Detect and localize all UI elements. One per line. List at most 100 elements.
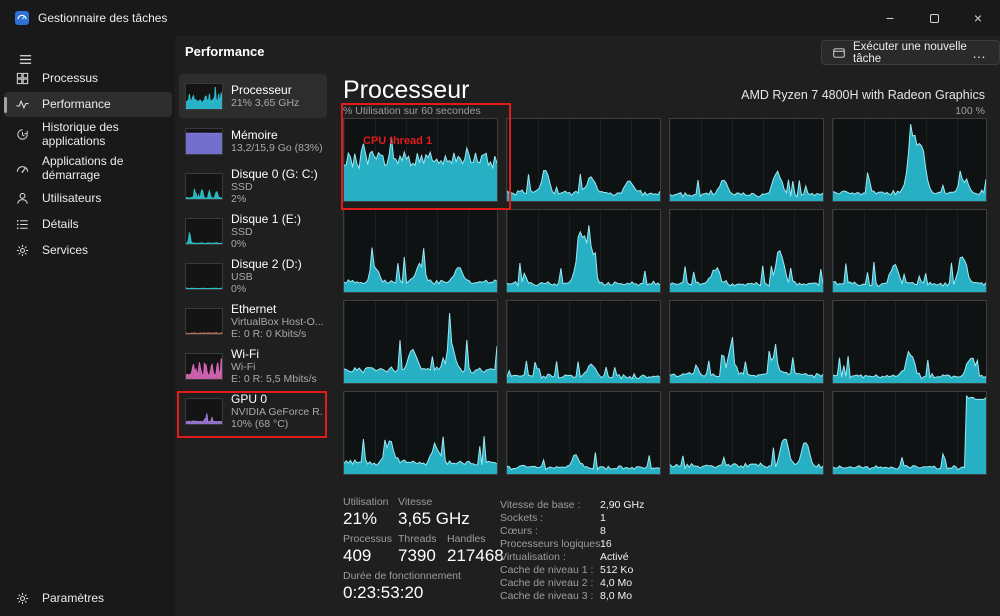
perf-item-sub: SSD [231,226,301,238]
perf-item-title: Disque 0 (G: C:) [231,168,318,181]
perf-item-sub: Wi-Fi [231,361,317,373]
disk2-mini-graph [185,263,223,290]
perf-item-memory[interactable]: Mémoire13,2/15,9 Go (83%) [179,119,327,163]
graph-caption: % Utilisation sur 60 secondes [343,105,481,117]
threads-value: 7390 [398,546,436,566]
cpu-core-graph[interactable] [506,300,661,384]
close-icon: × [974,10,982,26]
cpu-core-graph[interactable] [832,300,987,384]
settings-gear-icon [15,591,31,607]
gpu-mini-graph [185,398,223,425]
cpu-section-title: Processeur [343,76,469,105]
services-icon [15,243,31,259]
window-title: Gestionnaire des tâches [38,11,167,25]
cpu-core-graph[interactable] [832,118,987,202]
ellipsis-icon: … [972,45,986,61]
perf-item-cpu[interactable]: Processeur21% 3,65 GHz [179,74,327,118]
perf-item-sub: 10% (68 °C) [231,418,323,430]
sidebar-item-processus[interactable]: Processus [4,66,172,91]
perf-item-sub: 0% [231,238,301,250]
sidebar-item-parametres[interactable]: Paramètres [4,586,172,611]
cpu-core-graph[interactable] [506,118,661,202]
perf-item-sub: SSD [231,181,318,193]
cpu-core-graph[interactable] [669,391,824,475]
perf-item-sub: 0% [231,283,302,295]
processes-icon [15,71,31,87]
cpu-core-graph[interactable] [506,391,661,475]
perf-item-disk2[interactable]: Disque 2 (D:)USB0% [179,254,327,298]
cpu-chip-name: AMD Ryzen 7 4800H with Radeon Graphics [741,88,985,102]
minimize-icon: − [886,10,894,26]
perf-item-sub: VirtualBox Host-O... [231,316,323,328]
sidebar-item-demarrage[interactable]: Applications de démarrage [4,152,172,185]
perf-item-title: Disque 1 (E:) [231,213,301,226]
maximize-button[interactable] [912,0,956,36]
perf-item-title: Wi-Fi [231,348,317,361]
perf-item-sub: 13,2/15,9 Go (83%) [231,142,323,154]
sidebar-item-historique[interactable]: Historique des applications [4,118,172,151]
perf-item-title: Mémoire [231,129,323,142]
users-icon [15,191,31,207]
cpu-core-graph[interactable] [669,300,824,384]
vitesse-label: Vitesse [398,496,432,508]
titlebar: Gestionnaire des tâches − × [0,0,1000,36]
disk1-mini-graph [185,218,223,245]
perf-item-title: Disque 2 (D:) [231,258,302,271]
memory-mini-graph [185,128,223,155]
task-manager-window: Gestionnaire des tâches − × Processus Pe… [0,0,1000,616]
cpu-core-graph[interactable] [832,391,987,475]
utilisation-value: 21% [343,509,377,529]
threads-label: Threads [398,533,437,545]
perf-item-sub: 21% 3,65 GHz [231,97,299,109]
uptime-label: Durée de fonctionnement [343,570,461,582]
cpu-core-graph[interactable] [669,118,824,202]
sidebar-item-label: Processus [42,72,160,86]
perf-item-title: Processeur [231,84,299,97]
handles-label: Handles [447,533,486,545]
app-icon [14,10,30,26]
perf-item-gpu[interactable]: GPU 0NVIDIA GeForce R...10% (68 °C) [179,389,327,433]
perf-item-title: Ethernet [231,303,323,316]
close-button[interactable]: × [956,0,1000,36]
ethernet-mini-graph [185,308,223,335]
vitesse-value: 3,65 GHz [398,509,470,529]
sidebar-item-label: Applications de démarrage [42,155,160,182]
cpu-core-graph[interactable] [343,209,498,293]
sidebar-item-performance[interactable]: Performance [4,92,172,117]
perf-item-disk1[interactable]: Disque 1 (E:)SSD0% [179,209,327,253]
minimize-button[interactable]: − [868,0,912,36]
perf-item-sub: NVIDIA GeForce R... [231,406,323,418]
sidebar-item-utilisateurs[interactable]: Utilisateurs [4,186,172,211]
sidebar-item-details[interactable]: Détails [4,212,172,237]
processus-label: Processus [343,533,392,545]
cpu-core-graph[interactable] [343,391,498,475]
sidebar-item-label: Services [42,244,160,258]
sidebar-item-label: Performance [42,98,160,112]
perf-item-ethernet[interactable]: EthernetVirtualBox Host-O...E: 0 R: 0 Kb… [179,299,327,343]
cpu-core-graph[interactable] [669,209,824,293]
processus-value: 409 [343,546,371,566]
performance-icon [15,97,31,113]
sidebar-item-services[interactable]: Services [4,238,172,263]
cpu-core-graph[interactable] [506,209,661,293]
cpu-mini-graph [185,83,223,110]
sidebar-item-label: Détails [42,218,160,232]
perf-item-sub: E: 0 R: 0 Kbits/s [231,328,323,340]
details-icon [15,217,31,233]
uptime-value: 0:23:53:20 [343,583,423,603]
perf-item-title: GPU 0 [231,393,323,406]
new-task-icon [832,46,846,60]
cpu-core-graph[interactable] [343,118,498,202]
perf-item-wifi[interactable]: Wi-FiWi-FiE: 0 R: 5,5 Mbits/s [179,344,327,388]
cpu-core-graph[interactable] [343,300,498,384]
perf-item-sub: 2% [231,193,318,205]
more-options-button[interactable]: … [966,42,992,64]
perf-item-disk0[interactable]: Disque 0 (G: C:)SSD2% [179,164,327,208]
perf-item-sub: USB [231,271,302,283]
cpu-core-graph[interactable] [832,209,987,293]
maximize-icon [930,14,939,23]
graph-scale-max: 100 % [955,105,985,117]
sidebar-item-label: Utilisateurs [42,192,160,206]
perf-item-sub: E: 0 R: 5,5 Mbits/s [231,373,317,385]
handles-value: 217468 [447,546,504,566]
